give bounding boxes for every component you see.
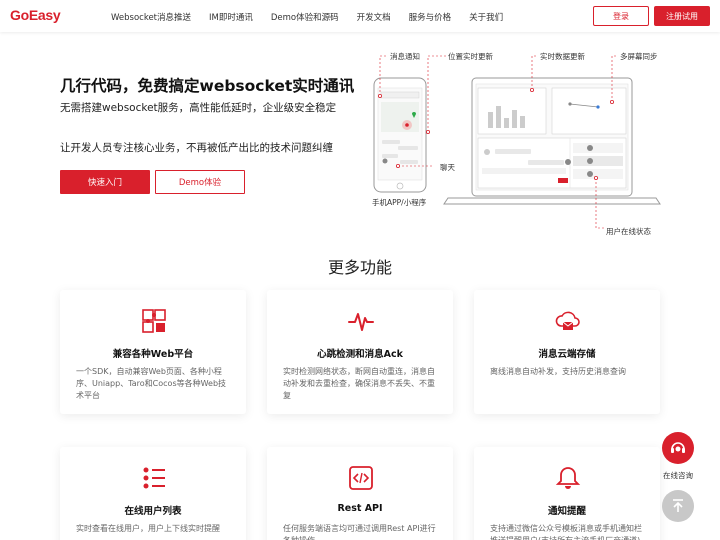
nav-item-about[interactable]: 关于我们 xyxy=(469,11,503,23)
feature-desc-rest-api: 任何服务端语言均可通过调用Rest API进行各种操作 xyxy=(283,524,436,540)
user-list-icon xyxy=(143,467,165,489)
label-mobile: 手机APP/小程序 xyxy=(372,198,427,207)
code-icon xyxy=(349,466,373,490)
nav-item-docs[interactable]: 开发文档 xyxy=(357,11,391,23)
feature-desc-notification: 支持通过微信公众号模板消息或手机通知栏推送提醒用户(支持所有主流手机厂商通道) xyxy=(490,524,642,540)
feature-card-online-users: 在线用户列表 实时查看在线用户，用户上下线实时提醒 xyxy=(60,447,246,540)
feature-card-cloud: 消息云端存储 离线消息自动补发，支持历史消息查询 xyxy=(474,290,660,414)
logo[interactable]: GoEasy xyxy=(10,7,61,23)
devices-illustration xyxy=(373,55,661,229)
feature-card-rest-api: Rest API 任何服务端语言均可通过调用Rest API进行各种操作 xyxy=(267,447,453,540)
feature-desc-web: 一个SDK，自动兼容Web页面、各种小程序、Uniapp、Taro和Cocos等… xyxy=(76,367,227,400)
label-chat: 聊天 xyxy=(440,163,455,172)
nav-item-im[interactable]: IM即时通讯 xyxy=(209,11,253,23)
login-button[interactable]: 登录 xyxy=(593,6,649,26)
feature-desc-cloud: 离线消息自动补发，支持历史消息查询 xyxy=(490,367,626,376)
online-support-button[interactable] xyxy=(662,432,694,464)
arrow-up-icon xyxy=(673,499,683,512)
feature-card-web: 兼容各种Web平台 一个SDK，自动兼容Web页面、各种小程序、Uniapp、T… xyxy=(60,290,246,414)
feature-title-heartbeat: 心跳检测和消息Ack xyxy=(317,349,403,360)
feature-title-web: 兼容各种Web平台 xyxy=(112,349,194,360)
nav-item-demo[interactable]: Demo体验和源码 xyxy=(271,11,339,23)
feature-title-rest-api: Rest API xyxy=(337,503,383,514)
puzzle-icon xyxy=(142,309,166,333)
bell-icon xyxy=(555,467,581,489)
feature-card-notification: 通知提醒 支持通过微信公众号模板消息或手机通知栏推送提醒用户(支持所有主流手机厂… xyxy=(474,447,660,540)
label-realtime-data: 实时数据更新 xyxy=(540,52,585,61)
nav-menu: Websocket消息推送 IM即时通讯 Demo体验和源码 开发文档 服务与价… xyxy=(111,11,521,23)
label-multiscreen: 多屏幕同步 xyxy=(620,52,658,61)
hero-subtitle: 无需搭建websocket服务，高性能低延时，企业级安全稳定 xyxy=(60,102,337,114)
cloud-mail-icon xyxy=(555,311,580,330)
feature-desc-online-users: 实时查看在线用户，用户上下线实时提醒 xyxy=(76,524,220,533)
headset-icon xyxy=(671,442,685,453)
label-location: 位置实时更新 xyxy=(448,52,493,61)
heartbeat-icon xyxy=(348,313,374,331)
demo-button[interactable]: Demo体验 xyxy=(155,170,245,194)
signup-button[interactable]: 注册试用 xyxy=(654,6,710,26)
online-support-label: 在线咨询 xyxy=(663,471,693,480)
top-navbar: GoEasy Websocket消息推送 IM即时通讯 Demo体验和源码 开发… xyxy=(0,0,720,32)
hero-description: 让开发人员专注核心业务，不再被低产出比的技术问题纠缠 xyxy=(60,142,333,154)
back-to-top-button[interactable] xyxy=(662,490,694,522)
label-online-status: 用户在线状态 xyxy=(606,227,651,236)
feature-title-notification: 通知提醒 xyxy=(547,506,586,517)
feature-card-heartbeat: 心跳检测和消息Ack 实时检测网络状态，断网自动重连，消息自动补发和去重检查，确… xyxy=(267,290,453,414)
features-title: 更多功能 xyxy=(327,258,392,277)
label-notify: 消息通知 xyxy=(390,52,420,61)
feature-title-cloud: 消息云端存储 xyxy=(538,349,596,360)
nav-item-pricing[interactable]: 服务与价格 xyxy=(409,11,452,23)
hero-title: 几行代码，免费搞定websocket实时通讯 xyxy=(60,77,355,95)
feature-title-online-users: 在线用户列表 xyxy=(124,506,182,517)
feature-desc-heartbeat: 实时检测网络状态，断网自动重连，消息自动补发和去重检查，确保消息不丢失、不重复 xyxy=(283,367,435,400)
nav-item-websocket[interactable]: Websocket消息推送 xyxy=(111,11,191,23)
quick-start-button[interactable]: 快速入门 xyxy=(60,170,150,194)
hero-illustration: 消息通知 位置实时更新 实时数据更新 多屏幕同步 聊天 手机APP/小程序 用户… xyxy=(360,40,700,240)
